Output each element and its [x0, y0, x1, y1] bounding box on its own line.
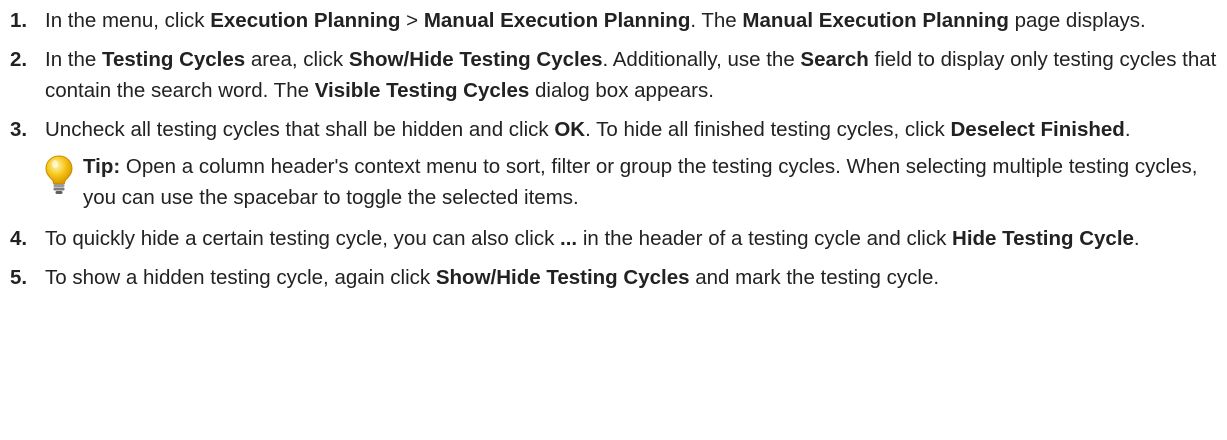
step-text-segment: in the header of a testing cycle and cli…: [577, 227, 953, 250]
ui-term: Search: [800, 48, 869, 71]
step-text: In the menu, click Execution Planning > …: [45, 5, 1217, 36]
step-number: 4.: [10, 227, 28, 250]
procedure-document: 1. In the menu, click Execution Planning…: [0, 0, 1227, 293]
ui-term: Visible Testing Cycles: [314, 79, 530, 102]
step-number: 5.: [10, 266, 28, 289]
ui-term: Testing Cycles: [102, 48, 246, 71]
ui-term: Manual Execution Planning: [423, 9, 691, 32]
ui-term: ...: [560, 227, 578, 250]
step-text-segment: In the: [45, 48, 102, 71]
step-4: 4. To quickly hide a certain testing cyc…: [10, 223, 1217, 254]
ui-term: OK: [554, 118, 586, 141]
ui-term: Execution Planning: [210, 9, 401, 32]
step-5: 5. To show a hidden testing cycle, again…: [10, 262, 1217, 293]
step-text-segment: In the menu, click: [45, 9, 211, 32]
step-text: To quickly hide a certain testing cycle,…: [45, 223, 1217, 254]
step-text: To show a hidden testing cycle, again cl…: [45, 262, 1217, 293]
step-text-segment: dialog box appears.: [529, 79, 714, 102]
ui-term: Show/Hide Testing Cycles: [348, 48, 603, 71]
step-number: 2.: [10, 48, 28, 71]
step-text-segment: .: [1133, 227, 1140, 250]
step-number: 1.: [10, 9, 28, 32]
step-text-segment: . Additionally, use the: [602, 48, 801, 71]
step-text-segment: and mark the testing cycle.: [689, 266, 940, 289]
tip-note: Tip: Open a column header's context menu…: [45, 151, 1217, 213]
tip-label: Tip:: [83, 155, 121, 178]
step-2: 2. In the Testing Cycles area, click Sho…: [10, 44, 1217, 106]
ui-term: Manual Execution Planning: [742, 9, 1009, 32]
step-text-segment: >: [400, 9, 424, 32]
step-text-segment: To quickly hide a certain testing cycle,…: [45, 227, 561, 250]
step-number: 3.: [10, 118, 28, 141]
step-text: Uncheck all testing cycles that shall be…: [45, 114, 1217, 145]
step-text-segment: area, click: [245, 48, 349, 71]
step-text-segment: . To hide all finished testing cycles, c…: [585, 118, 951, 141]
ui-term: Deselect Finished: [950, 118, 1125, 141]
step-1: 1. In the menu, click Execution Planning…: [10, 5, 1217, 36]
step-text-segment: . The: [690, 9, 743, 32]
step-text-segment: Uncheck all testing cycles that shall be…: [45, 118, 555, 141]
step-text: In the Testing Cycles area, click Show/H…: [45, 44, 1217, 106]
tip-body: Open a column header's context menu to s…: [83, 155, 1198, 209]
step-text-segment: page displays.: [1008, 9, 1146, 32]
tip-text: Tip: Open a column header's context menu…: [83, 151, 1217, 213]
lightbulb-icon: [45, 151, 83, 213]
step-text-segment: .: [1124, 118, 1131, 141]
ui-term: Hide Testing Cycle: [952, 227, 1134, 250]
ui-term: Show/Hide Testing Cycles: [435, 266, 690, 289]
step-text-segment: To show a hidden testing cycle, again cl…: [45, 266, 436, 289]
step-3: 3. Uncheck all testing cycles that shall…: [10, 114, 1217, 145]
